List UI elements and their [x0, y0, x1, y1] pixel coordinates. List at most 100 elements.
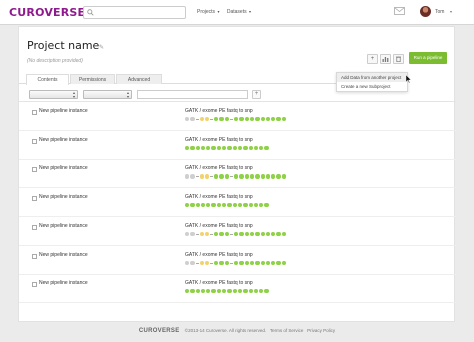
job-status-indicators: [185, 231, 287, 237]
type-filter-select[interactable]: ▴ ▾: [29, 90, 78, 99]
mail-icon[interactable]: [394, 7, 405, 15]
job-status-dot: [206, 145, 211, 150]
job-status-dot: [185, 203, 190, 208]
table-row[interactable]: New pipeline instance GATK / exome PE fas…: [19, 247, 456, 275]
copyright-text: ©2013-14 Curoverse. All rights reserved.: [184, 328, 267, 333]
pipeline-template-name[interactable]: GATK / exome PE fastq to snp: [185, 194, 253, 200]
trash-icon[interactable]: [393, 54, 404, 64]
job-status-dot: [195, 145, 200, 150]
job-status-dot: [224, 231, 230, 237]
pipeline-instance-name[interactable]: New pipeline instance: [39, 280, 88, 286]
tab-advanced[interactable]: Advanced: [116, 74, 162, 84]
job-status-dot: [214, 231, 219, 237]
search-input[interactable]: [96, 8, 182, 17]
job-status-dot: [224, 117, 230, 122]
chevron-down-icon: ▾: [217, 9, 220, 14]
pipeline-template-name[interactable]: GATK / exome PE fastq to snp: [185, 223, 253, 229]
job-status-dot: [190, 203, 195, 208]
job-status-dot: [200, 203, 206, 208]
tab-permissions[interactable]: Permissions: [70, 74, 115, 84]
job-status-dot: [271, 260, 276, 265]
job-status-dot: [214, 260, 219, 265]
status-separator: [230, 233, 234, 235]
pipeline-instance-name[interactable]: New pipeline instance: [39, 252, 88, 258]
privacy-link[interactable]: Privacy Policy: [307, 328, 335, 333]
pipeline-template-name[interactable]: GATK / exome PE fastq to snp: [185, 108, 253, 114]
pipeline-template-name[interactable]: GATK / exome PE fastq to snp: [185, 280, 253, 286]
job-status-dot: [185, 145, 190, 150]
pipeline-instance-name[interactable]: New pipeline instance: [39, 223, 88, 229]
page-title: Project name: [27, 39, 100, 52]
job-status-dot: [185, 289, 190, 294]
project-description: (No description provided): [27, 58, 83, 64]
job-status-dot: [271, 231, 276, 237]
job-status-dot: [276, 231, 281, 237]
job-status-dot: [234, 231, 239, 237]
job-status-dot: [264, 145, 269, 150]
table-row[interactable]: New pipeline instance GATK / exome PE fas…: [19, 189, 456, 218]
job-status-dot: [271, 117, 276, 122]
status-separator: [210, 119, 214, 120]
job-status-dot: [199, 174, 204, 179]
table-row[interactable]: New pipeline instance GATK / exome PE fas…: [19, 103, 456, 131]
row-checkbox[interactable]: [32, 282, 37, 288]
user-name[interactable]: Tom: [435, 9, 444, 15]
job-status-dot: [222, 203, 227, 208]
pipeline-instance-name[interactable]: New pipeline instance: [39, 108, 88, 114]
row-checkbox[interactable]: [32, 110, 37, 115]
job-status-dot: [259, 289, 264, 294]
row-checkbox[interactable]: [32, 253, 37, 259]
job-status-dot: [243, 203, 248, 208]
job-status-dot: [232, 145, 237, 150]
table-row[interactable]: New pipeline instance GATK / exome PE fas…: [19, 160, 456, 189]
pipeline-instance-name[interactable]: New pipeline instance: [39, 137, 88, 143]
nav-datasets[interactable]: Datasets: [227, 9, 247, 15]
chart-icon[interactable]: [380, 54, 391, 64]
row-checkbox[interactable]: [32, 224, 37, 230]
search-icon: [87, 9, 94, 16]
chevron-down-icon[interactable]: ▾: [450, 9, 452, 14]
menu-item-add-data[interactable]: Add Data from another project: [337, 73, 407, 82]
pipeline-template-name[interactable]: GATK / exome PE fastq to snp: [185, 137, 253, 143]
job-status-indicators: [185, 117, 287, 122]
nav-projects[interactable]: Projects: [197, 9, 215, 15]
row-checkbox[interactable]: [32, 138, 37, 144]
job-status-dot: [260, 260, 265, 265]
job-status-dot: [253, 145, 259, 150]
add-filter-button[interactable]: +: [252, 90, 261, 99]
table-row[interactable]: New pipeline instance GATK / exome PE fas…: [19, 275, 456, 304]
search-box[interactable]: [83, 6, 186, 19]
avatar[interactable]: [420, 6, 431, 17]
row-checkbox[interactable]: [32, 196, 37, 202]
app-logo[interactable]: CUROVERSE: [9, 6, 85, 19]
job-status-dot: [244, 117, 249, 122]
status-separator: [230, 262, 234, 264]
job-status-dot: [190, 231, 195, 237]
job-status-dot: [253, 203, 259, 208]
job-status-dot: [219, 260, 224, 265]
status-separator: [210, 233, 214, 235]
add-button[interactable]: +: [367, 54, 378, 64]
mouse-cursor-icon: [406, 75, 411, 83]
menu-item-create-subproject[interactable]: Create a new Subproject: [337, 82, 407, 91]
terms-link[interactable]: Terms of Service: [270, 328, 304, 333]
sort-select[interactable]: ▴ ▾: [83, 90, 132, 99]
table-row[interactable]: New pipeline instance GATK / exome PE fas…: [19, 218, 456, 246]
pipeline-template-name[interactable]: GATK / exome PE fastq to snp: [185, 165, 253, 171]
job-status-dot: [249, 260, 255, 265]
run-pipeline-button[interactable]: Run a pipeline: [409, 52, 447, 64]
job-status-dot: [190, 145, 195, 150]
job-status-dot: [219, 231, 224, 237]
pipeline-instance-name[interactable]: New pipeline instance: [39, 194, 88, 200]
job-status-dot: [190, 117, 195, 122]
tab-contents[interactable]: Contents: [26, 74, 69, 85]
job-status-dot: [190, 289, 195, 294]
pipeline-template-name[interactable]: GATK / exome PE fastq to snp: [185, 252, 253, 258]
pipeline-instance-name[interactable]: New pipeline instance: [39, 165, 88, 171]
table-row[interactable]: New pipeline instance GATK / exome PE fas…: [19, 132, 456, 160]
row-checkbox[interactable]: [32, 167, 37, 173]
job-status-dot: [227, 289, 232, 294]
job-status-dot: [255, 231, 260, 237]
filter-input[interactable]: [137, 90, 248, 99]
edit-pencil-icon[interactable]: ✎: [99, 44, 104, 51]
